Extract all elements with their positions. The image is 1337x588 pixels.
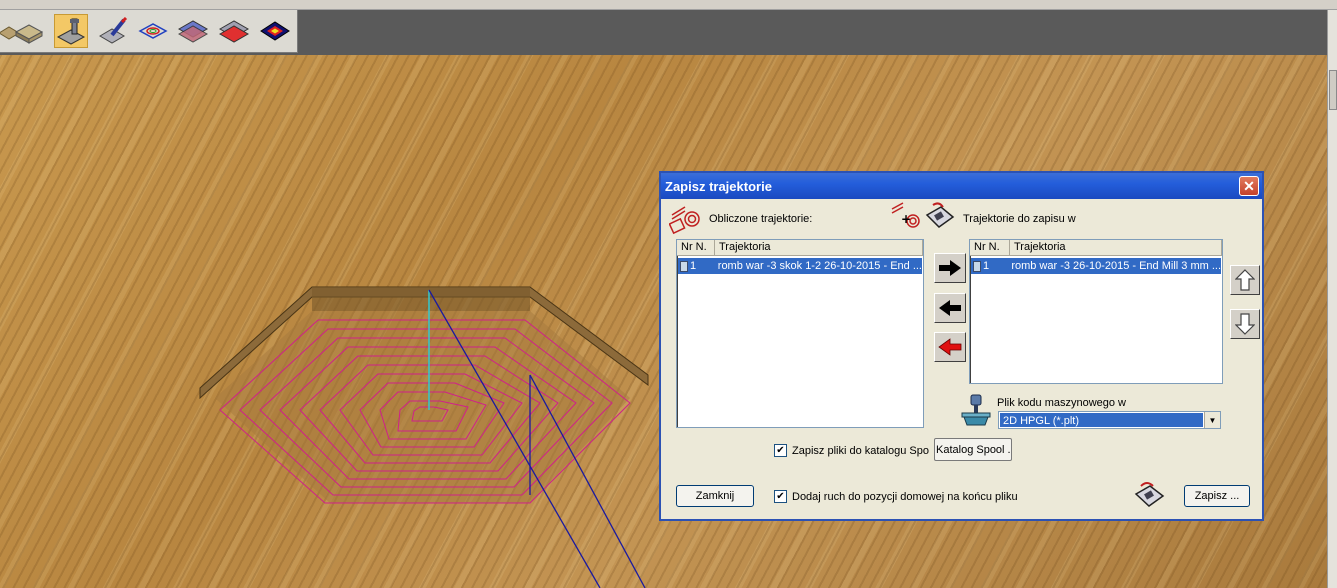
arrow-right-icon bbox=[939, 260, 961, 276]
spool-checkbox-row[interactable]: ✔ Zapisz pliki do katalogu Spo bbox=[774, 444, 929, 457]
scrollbar-thumb[interactable] bbox=[1329, 70, 1337, 110]
machine-code-label: Plik kodu maszynowego w bbox=[997, 397, 1127, 409]
column-header-trajectory[interactable]: Trajektoria bbox=[1010, 240, 1222, 255]
machine-code-select[interactable]: 2D HPGL (*.plt) ▼ bbox=[998, 411, 1221, 429]
remove-trajectory-button[interactable] bbox=[934, 293, 966, 323]
spool-folder-button[interactable]: Katalog Spool .. bbox=[934, 438, 1012, 461]
computed-trajectories-icon bbox=[668, 205, 701, 238]
arrow-left-red-icon bbox=[938, 338, 962, 356]
close-button[interactable]: Zamknij bbox=[676, 485, 754, 507]
trajectories-to-save-list[interactable]: Nr N. Trajektoria 1 romb war -3 26-10-20… bbox=[969, 239, 1223, 384]
row-nr: 1 bbox=[983, 260, 990, 272]
heatmap-diamond-icon bbox=[260, 21, 290, 41]
home-checkbox[interactable]: ✔ bbox=[774, 490, 787, 503]
save-button[interactable]: Zapisz ... bbox=[1184, 485, 1250, 507]
mill-tool-icon bbox=[56, 18, 86, 45]
spool-checkbox[interactable]: ✔ bbox=[774, 444, 787, 457]
document-icon bbox=[973, 260, 981, 272]
column-header-nr[interactable]: Nr N. bbox=[970, 240, 1010, 255]
computed-trajectories-list[interactable]: Nr N. Trajektoria 1 romb war -3 skok 1-2… bbox=[676, 239, 924, 428]
list-header: Nr N. Trajektoria bbox=[677, 240, 923, 256]
toolbar bbox=[0, 10, 298, 53]
toolbar-button-layer-blue[interactable] bbox=[176, 14, 210, 48]
save-disk-icon bbox=[1133, 480, 1167, 515]
list-item[interactable]: 1 romb war -3 skok 1-2 26-10-2015 - End … bbox=[678, 258, 922, 274]
column-header-nr[interactable]: Nr N. bbox=[677, 240, 715, 255]
pocket-wall-back bbox=[312, 287, 530, 311]
trajectories-to-save-label: Trajektorie do zapisu w bbox=[963, 213, 1076, 225]
toolbar-button-heatmap[interactable] bbox=[258, 14, 292, 48]
move-up-button[interactable] bbox=[1230, 265, 1260, 295]
row-trajectory: romb war -3 26-10-2015 - End Mill 3 mm .… bbox=[1011, 260, 1221, 272]
layers-outline-icon bbox=[138, 23, 168, 39]
machine-code-icon bbox=[961, 393, 991, 430]
toolbar-button-brush[interactable] bbox=[96, 14, 130, 48]
toolbar-button-layer-red[interactable] bbox=[217, 14, 251, 48]
toolbar-button-material[interactable] bbox=[12, 14, 46, 48]
spool-checkbox-label: Zapisz pliki do katalogu Spo bbox=[792, 444, 929, 457]
top-strip bbox=[0, 0, 1337, 10]
dialog-title: Zapisz trajektorie bbox=[665, 178, 772, 194]
row-trajectory: romb war -3 skok 1-2 26-10-2015 - End ..… bbox=[717, 260, 922, 272]
add-trajectory-button[interactable] bbox=[934, 253, 966, 283]
brush-icon bbox=[99, 17, 128, 44]
vertical-scrollbar[interactable] bbox=[1327, 10, 1337, 588]
chevron-down-icon[interactable]: ▼ bbox=[1204, 412, 1220, 428]
move-down-button[interactable] bbox=[1230, 309, 1260, 339]
arrow-left-icon bbox=[939, 300, 961, 316]
svg-text:+: + bbox=[901, 212, 911, 226]
trajectories-to-disk-icon: + bbox=[889, 201, 957, 238]
document-icon bbox=[680, 260, 688, 272]
close-icon[interactable]: ✕ bbox=[1239, 176, 1259, 196]
dialog-titlebar[interactable]: Zapisz trajektorie ✕ bbox=[661, 173, 1262, 199]
layer-red-icon bbox=[218, 20, 250, 43]
column-header-trajectory[interactable]: Trajektoria bbox=[715, 240, 923, 255]
list-item[interactable]: 1 romb war -3 26-10-2015 - End Mill 3 mm… bbox=[971, 258, 1221, 274]
computed-trajectories-label: Obliczone trajektorie: bbox=[709, 213, 813, 225]
machine-code-value: 2D HPGL (*.plt) bbox=[1000, 413, 1203, 427]
arrow-up-icon bbox=[1235, 269, 1255, 291]
home-checkbox-label: Dodaj ruch do pozycji domowej na końcu p… bbox=[792, 490, 1018, 503]
save-trajectories-dialog: Zapisz trajektorie ✕ Obliczone trajektor… bbox=[659, 171, 1264, 521]
material-block-icon bbox=[14, 24, 44, 44]
row-nr: 1 bbox=[690, 260, 697, 272]
toolbar-button-mill[interactable] bbox=[54, 14, 88, 48]
home-checkbox-row[interactable]: ✔ Dodaj ruch do pozycji domowej na końcu… bbox=[774, 490, 1018, 503]
arrow-down-icon bbox=[1235, 313, 1255, 335]
toolbar-button-outline[interactable] bbox=[136, 14, 170, 48]
remove-all-trajectories-button[interactable] bbox=[934, 332, 966, 362]
layer-blue-icon bbox=[177, 20, 209, 43]
list-header: Nr N. Trajektoria bbox=[970, 240, 1222, 256]
